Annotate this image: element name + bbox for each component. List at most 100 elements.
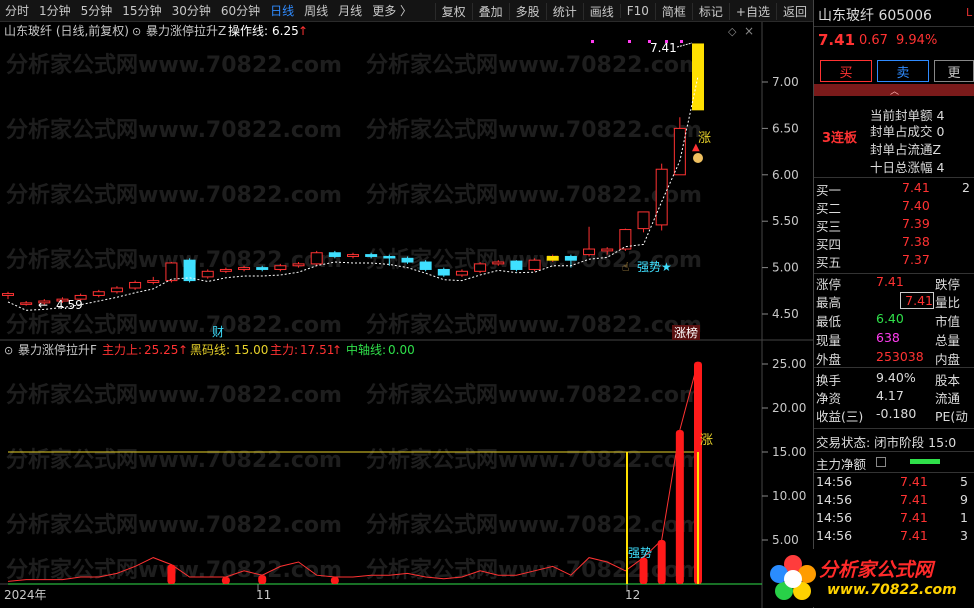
period-4[interactable]: 30分钟	[167, 2, 216, 19]
period-7[interactable]: 周线	[299, 2, 333, 19]
zhangbang-label: 涨榜	[674, 325, 698, 340]
buy-button[interactable]: 买	[820, 60, 872, 82]
diamond-icon[interactable]: ◇	[728, 25, 737, 38]
arrow-up-icon: ▲	[692, 142, 700, 153]
candle-body	[92, 291, 105, 296]
period-2[interactable]: 5分钟	[76, 2, 118, 19]
stat-value: 7.41	[876, 274, 904, 289]
price-change: 0.67	[859, 33, 888, 48]
main-chart-title: 山东玻纤 (日线,前复权)	[4, 23, 129, 38]
period-1[interactable]: 1分钟	[34, 2, 76, 19]
more-button[interactable]: 更	[934, 60, 974, 82]
tick-price: 7.41	[900, 474, 928, 489]
candle-body	[383, 255, 396, 259]
period-6[interactable]: 日线	[265, 2, 299, 19]
main-up-value: 25.25	[144, 343, 178, 357]
period-toolbar: 分时 1分钟 5分钟 15分钟 30分钟 60分钟 日线 周线 月线 更多 〉复权 叠加 多股 统计 画线…	[0, 0, 813, 22]
sub-tick: 25.00	[772, 357, 806, 371]
candle-body	[328, 252, 341, 257]
price-tick: 6.50	[772, 121, 799, 135]
period-3[interactable]: 15分钟	[117, 2, 166, 19]
watermark-text: 分析家公式网www.70822.com	[6, 117, 342, 143]
main-up-arrow: ↑	[178, 343, 188, 357]
tick-time: 14:56	[816, 510, 853, 525]
sub-chevron-icon[interactable]: ⊙	[4, 344, 13, 357]
sell-button[interactable]: 卖	[877, 60, 929, 82]
finance-marker: 财	[212, 325, 224, 339]
watermark-text: 分析家公式网www.70822.com	[366, 557, 702, 583]
stat2-label: 净资	[816, 391, 842, 406]
candle-body	[238, 267, 251, 270]
candle-body	[165, 262, 178, 282]
stat-tail: 跌停	[935, 277, 961, 292]
main-arrow: ↑	[332, 343, 342, 357]
stat2-tail: PE(动	[935, 409, 968, 424]
sub-indicator-name[interactable]: 暴力涨停拉升F	[18, 342, 97, 357]
low-arrow: ←	[38, 298, 48, 312]
close-icon[interactable]: ×	[744, 24, 754, 38]
candle-body	[401, 257, 414, 263]
period-5[interactable]: 60分钟	[216, 2, 265, 19]
stat2-label: 换手	[816, 373, 842, 388]
watermark-text: 分析家公式网www.70822.com	[366, 117, 702, 143]
tool-4[interactable]: 画线	[582, 2, 620, 20]
tool-5[interactable]: F10	[619, 4, 655, 18]
site-logo: 分析家公式网 www.70822.com	[765, 549, 974, 607]
bid-label: 买一	[816, 183, 842, 198]
candle-body	[129, 281, 142, 289]
stat-label: 现量	[816, 333, 842, 348]
chart-svg[interactable]: 山东玻纤 (日线,前复权) ⊙ 暴力涨停拉升Z 操作线: 6.25 ↑ ◇ × …	[0, 22, 813, 608]
candle-body	[147, 280, 160, 283]
watermark-text: 分析家公式网www.70822.com	[366, 512, 702, 538]
watermark-text: 分析家公式网www.70822.com	[6, 312, 342, 338]
bid-price: 7.40	[902, 198, 930, 213]
flower-logo-icon	[770, 555, 816, 600]
high-price-label: 7.41	[650, 41, 677, 55]
bid-label: 买四	[816, 237, 842, 252]
limit-row: 十日总涨幅 4	[870, 160, 945, 175]
chevron-down-icon[interactable]: ⊙	[132, 25, 141, 38]
strong-marker: 强势★	[637, 260, 672, 274]
kline-chart[interactable]: 山东玻纤 (日线,前复权) ⊙ 暴力涨停拉升Z 操作线: 6.25 ↑ ◇ × …	[0, 22, 813, 608]
watermark-text: 分析家公式网www.70822.com	[366, 52, 702, 78]
bid-price: 7.39	[902, 216, 930, 231]
sub-zhang-marker: 涨	[700, 433, 713, 448]
candle-body	[219, 268, 232, 272]
tool-7[interactable]: 标记	[691, 2, 729, 20]
tool-2[interactable]: 多股	[508, 2, 546, 20]
stat-label: 外盘	[816, 352, 842, 367]
period-9[interactable]: 更多 〉	[367, 2, 417, 19]
axis-line-value: 0.00	[388, 343, 415, 357]
candle-body	[673, 127, 686, 176]
watermark-text: 分析家公式网www.70822.com	[366, 182, 702, 208]
watermark-text: 分析家公式网www.70822.com	[366, 312, 702, 338]
watermark-text: 分析家公式网www.70822.com	[366, 447, 702, 473]
candle-body	[201, 270, 214, 278]
black-horse-label: 黑码线:	[190, 343, 230, 357]
tool-0[interactable]: 复权	[434, 2, 472, 20]
collapse-toggle[interactable]: ︿	[814, 84, 974, 97]
tool-3[interactable]: 统计	[545, 2, 583, 20]
last-price: 7.41	[818, 31, 856, 49]
stat-tail: 市值	[935, 314, 961, 329]
tool-9[interactable]: 返回	[775, 2, 813, 20]
trade-state: 交易状态: 闭市阶段 15:0	[816, 435, 957, 450]
quote-panel: 山东玻纤 605006 L 7.41 0.67 9.94% 买 卖 更 ︿ 3连…	[813, 0, 974, 608]
main-indicator-name[interactable]: 暴力涨停拉升Z	[146, 23, 226, 38]
price-tick: 4.50	[772, 307, 799, 321]
stat2-value: 4.17	[876, 388, 904, 403]
watermark-text: 分析家公式网www.70822.com	[6, 512, 342, 538]
tool-6[interactable]: 简框	[654, 2, 692, 20]
list-icon[interactable]	[876, 457, 886, 467]
period-0[interactable]: 分时	[0, 2, 34, 19]
tick-vol: 5	[960, 474, 968, 489]
main-force-bar	[675, 430, 684, 584]
axis-line-label: 中轴线:	[346, 342, 386, 357]
sub-tick: 20.00	[772, 401, 806, 415]
signal-dot	[628, 40, 631, 43]
candle-body	[692, 43, 704, 111]
tool-8[interactable]: +自选	[728, 2, 776, 20]
tick-vol: 1	[960, 510, 968, 525]
period-8[interactable]: 月线	[333, 2, 367, 19]
tool-1[interactable]: 叠加	[471, 2, 509, 20]
